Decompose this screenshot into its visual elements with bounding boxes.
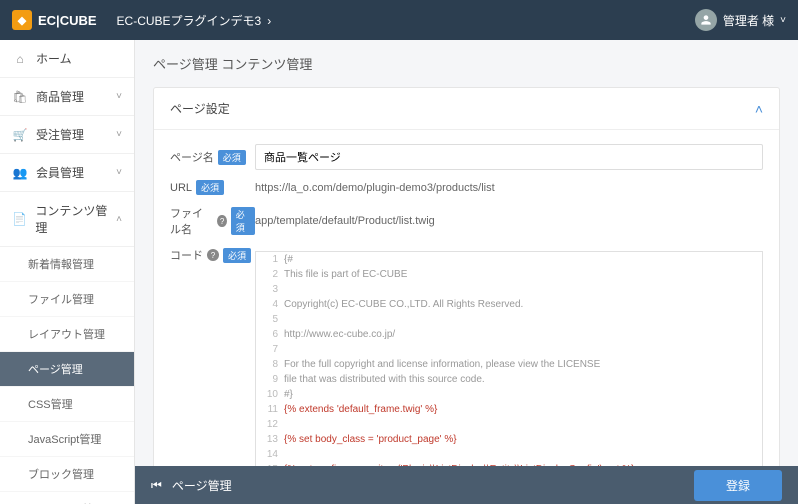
code-label: コード xyxy=(170,247,203,263)
file-value: app/template/default/Product/list.twig xyxy=(255,215,763,227)
nav-icon: 🛍 xyxy=(12,90,28,104)
nav-item-3[interactable]: 👥会員管理˅ xyxy=(0,154,134,192)
expand-icon: ˅ xyxy=(116,91,122,102)
logo[interactable]: ◆ EC|CUBE xyxy=(12,10,97,30)
url-label: URL xyxy=(170,182,192,194)
rewind-icon[interactable]: ⏮ xyxy=(151,478,162,493)
nav-icon: ⌂ xyxy=(12,52,28,66)
footer-bar: ⏮ ページ管理 登録 xyxy=(135,466,798,504)
user-menu[interactable]: 管理者 様 ˅ xyxy=(695,9,786,31)
code-line: 6http://www.ec-cube.co.jp/ xyxy=(256,327,762,342)
expand-icon: ˅ xyxy=(116,129,122,140)
code-line: 11{% extends 'default_frame.twig' %} xyxy=(256,402,762,417)
footer-title: ページ管理 xyxy=(172,477,232,494)
nav-icon: 📄 xyxy=(12,212,27,226)
sub-item-3[interactable]: ページ管理 xyxy=(0,352,134,387)
submit-button[interactable]: 登録 xyxy=(694,470,782,501)
main-content: ページ管理 コンテンツ管理 ページ設定 ˄ ページ名 必須 URL 必須 xyxy=(135,40,798,504)
panel-title: ページ設定 xyxy=(170,100,230,117)
code-line: 9file that was distributed with this sou… xyxy=(256,372,762,387)
cube-icon: ◆ xyxy=(12,10,32,30)
code-line: 10#} xyxy=(256,387,762,402)
code-line: 13{% set body_class = 'product_page' %} xyxy=(256,432,762,447)
code-line: 4Copyright(c) EC-CUBE CO.,LTD. All Right… xyxy=(256,297,762,312)
top-header: ◆ EC|CUBE EC-CUBEプラグインデモ3 管理者 様 ˅ xyxy=(0,0,798,40)
file-label: ファイル名 xyxy=(170,205,213,237)
user-name: 管理者 様 xyxy=(723,12,774,29)
user-icon xyxy=(695,9,717,31)
panel-header: ページ設定 ˄ xyxy=(154,88,779,130)
help-icon[interactable]: ? xyxy=(217,215,226,227)
nav-icon: 👥 xyxy=(12,166,28,180)
code-line: 2This file is part of EC-CUBE xyxy=(256,267,762,282)
sub-item-5[interactable]: JavaScript管理 xyxy=(0,422,134,457)
code-editor[interactable]: 1{#2This file is part of EC-CUBE34Copyri… xyxy=(255,251,763,501)
sub-item-6[interactable]: ブロック管理 xyxy=(0,457,134,492)
sub-item-7[interactable]: キャッシュ管理 xyxy=(0,492,134,504)
nav-item-1[interactable]: 🛍商品管理˅ xyxy=(0,78,134,116)
nav-item-2[interactable]: 🛒受注管理˅ xyxy=(0,116,134,154)
code-line: 3 xyxy=(256,282,762,297)
code-line: 7 xyxy=(256,342,762,357)
breadcrumb: ページ管理 コンテンツ管理 xyxy=(153,54,780,73)
sub-item-2[interactable]: レイアウト管理 xyxy=(0,317,134,352)
site-name-link[interactable]: EC-CUBEプラグインデモ3 xyxy=(117,12,272,29)
code-line: 14 xyxy=(256,447,762,462)
collapse-icon[interactable]: ˄ xyxy=(755,101,763,117)
code-line: 5 xyxy=(256,312,762,327)
code-line: 12 xyxy=(256,417,762,432)
code-line: 8For the full copyright and license info… xyxy=(256,357,762,372)
nav-item-4[interactable]: 📄コンテンツ管理˄ xyxy=(0,192,134,247)
sub-item-1[interactable]: ファイル管理 xyxy=(0,282,134,317)
nav-item-0[interactable]: ⌂ホーム xyxy=(0,40,134,78)
required-badge: 必須 xyxy=(231,207,255,235)
nav-icon: 🛒 xyxy=(12,128,28,142)
sub-item-0[interactable]: 新着情報管理 xyxy=(0,247,134,282)
code-line: 1{# xyxy=(256,252,762,267)
help-icon[interactable]: ? xyxy=(207,249,219,261)
page-name-input[interactable] xyxy=(255,144,763,170)
expand-icon: ˄ xyxy=(116,214,122,225)
required-badge: 必須 xyxy=(218,150,246,165)
sidebar: ⌂ホーム🛍商品管理˅🛒受注管理˅👥会員管理˅📄コンテンツ管理˄新着情報管理ファイ… xyxy=(0,40,135,504)
chevron-down-icon: ˅ xyxy=(780,15,786,26)
required-badge: 必須 xyxy=(196,180,224,195)
expand-icon: ˅ xyxy=(116,167,122,178)
panel-body: ページ名 必須 URL 必須 https://la_o.com/demo/plu… xyxy=(154,130,779,504)
logo-text: EC|CUBE xyxy=(38,13,97,28)
sub-item-4[interactable]: CSS管理 xyxy=(0,387,134,422)
name-label: ページ名 xyxy=(170,149,214,165)
page-settings-panel: ページ設定 ˄ ページ名 必須 URL 必須 https://la_o.co xyxy=(153,87,780,504)
url-value: https://la_o.com/demo/plugin-demo3/produ… xyxy=(255,182,763,194)
required-badge: 必須 xyxy=(223,248,251,263)
